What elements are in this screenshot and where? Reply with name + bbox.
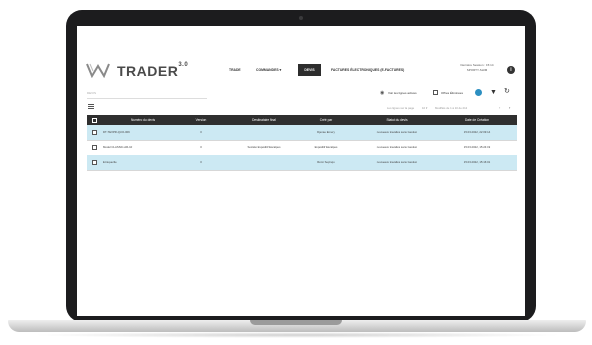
laptop-notch bbox=[250, 320, 342, 325]
next-page-button[interactable]: › bbox=[509, 105, 510, 110]
globe-icon[interactable] bbox=[475, 89, 482, 96]
col-header-number[interactable]: Numéro du devis bbox=[115, 115, 171, 125]
table-row[interactable]: Model CLASSIC-AR-10 0 Société Expéditif … bbox=[87, 140, 517, 156]
search-input[interactable]: DEVIS bbox=[87, 89, 207, 99]
removed-offers-label[interactable]: Offres Éliminées bbox=[441, 91, 463, 95]
row-checkbox[interactable] bbox=[92, 145, 97, 150]
eye-icon: ◉ bbox=[380, 90, 385, 96]
refresh-icon[interactable]: ↻ bbox=[504, 88, 510, 95]
table-row[interactable]: Erréquerile 0 Rémi Seçinqu nouveaux trav… bbox=[87, 155, 517, 171]
cell-number: Erréquerile bbox=[103, 160, 117, 164]
filter-icon[interactable]: ▼ bbox=[490, 89, 497, 96]
nav-devis[interactable]: DEVIS bbox=[298, 64, 321, 76]
screen: TRADER3.0 TRADE COMMANDES ▾ DEVIS FACTUR… bbox=[77, 26, 525, 316]
table-row[interactable]: DT-TEXPR-QUO-009 0 Djenèe Emery nouveaux… bbox=[87, 125, 517, 141]
col-header-date[interactable]: Date de Création bbox=[442, 115, 512, 125]
show-active-lines-label[interactable]: Voir les lignes actives bbox=[388, 91, 417, 95]
cell-status: nouveaux travailés sans Gestion bbox=[376, 160, 418, 164]
trader-logo-icon bbox=[86, 63, 110, 78]
rows-per-page-label: Lus lignes sur la page bbox=[387, 106, 415, 110]
laptop-lid: TRADER3.0 TRADE COMMANDES ▾ DEVIS FACTUR… bbox=[66, 10, 536, 322]
info-icon[interactable]: i bbox=[507, 66, 515, 74]
page-range: Modifiés de 1 à 10 de 212 bbox=[435, 106, 468, 110]
cell-version: 0 bbox=[200, 145, 202, 149]
cell-date: 15.03.2022, 15:24:19 bbox=[463, 145, 491, 149]
cell-date: 15.03.2022, 22:09:14 bbox=[463, 130, 491, 134]
cell-created-by: Djenèe Emery bbox=[317, 130, 335, 134]
cell-final: Société Expéditif Escalpes bbox=[247, 145, 281, 149]
rows-per-page-select[interactable]: 10 ▾ bbox=[422, 106, 427, 110]
columns-menu-icon[interactable] bbox=[88, 104, 94, 110]
cell-version: 0 bbox=[200, 160, 202, 164]
laptop-shadow bbox=[30, 332, 564, 338]
cell-created-by: Rémi Seçinqu bbox=[317, 160, 335, 164]
row-checkbox[interactable] bbox=[92, 160, 97, 165]
removed-offers-checkbox[interactable] bbox=[433, 90, 438, 95]
col-header-created-by[interactable]: Créé par bbox=[300, 115, 352, 125]
cell-date: 15.03.2022, 15:16:01 bbox=[463, 160, 491, 164]
cell-number: DT-TEXPR-QUO-009 bbox=[103, 130, 130, 134]
table-header: Numéro du devis Version Destinataire fin… bbox=[87, 115, 517, 125]
col-header-status[interactable]: Statut du devis bbox=[361, 115, 433, 125]
nav-factures[interactable]: FACTURES ÉLECTRONIQUES (E-FACTURES) bbox=[331, 68, 404, 72]
col-header-version[interactable]: Version bbox=[183, 115, 219, 125]
cell-status: nouveaux travailés sans Gestion bbox=[376, 130, 418, 134]
cell-version: 0 bbox=[200, 130, 202, 134]
app-header: TRADER3.0 TRADE COMMANDES ▾ DEVIS FACTUR… bbox=[77, 56, 525, 84]
camera-icon bbox=[299, 16, 303, 20]
nav-commandes[interactable]: COMMANDES ▾ bbox=[256, 68, 281, 72]
prev-page-button[interactable]: ‹ bbox=[499, 105, 500, 110]
user-session-line2: SPORTY-SHIM bbox=[466, 68, 488, 72]
row-checkbox[interactable] bbox=[92, 130, 97, 135]
cell-final bbox=[239, 125, 289, 140]
brand-name: TRADER3.0 bbox=[117, 62, 189, 79]
nav-trade[interactable]: TRADE bbox=[229, 68, 241, 72]
cell-final bbox=[239, 155, 289, 170]
cell-number: Model CLASSIC-AR-10 bbox=[103, 145, 133, 149]
cell-created-by: Expéditif Escalpes bbox=[314, 145, 338, 149]
col-header-final[interactable]: Destinataire final bbox=[239, 115, 289, 125]
user-session[interactable]: Dernière Session : 15:14 SPORTY-SHIM bbox=[452, 63, 502, 73]
cell-status: nouveaux travailés sans Gestion bbox=[376, 145, 418, 149]
select-all-checkbox[interactable] bbox=[92, 117, 97, 123]
